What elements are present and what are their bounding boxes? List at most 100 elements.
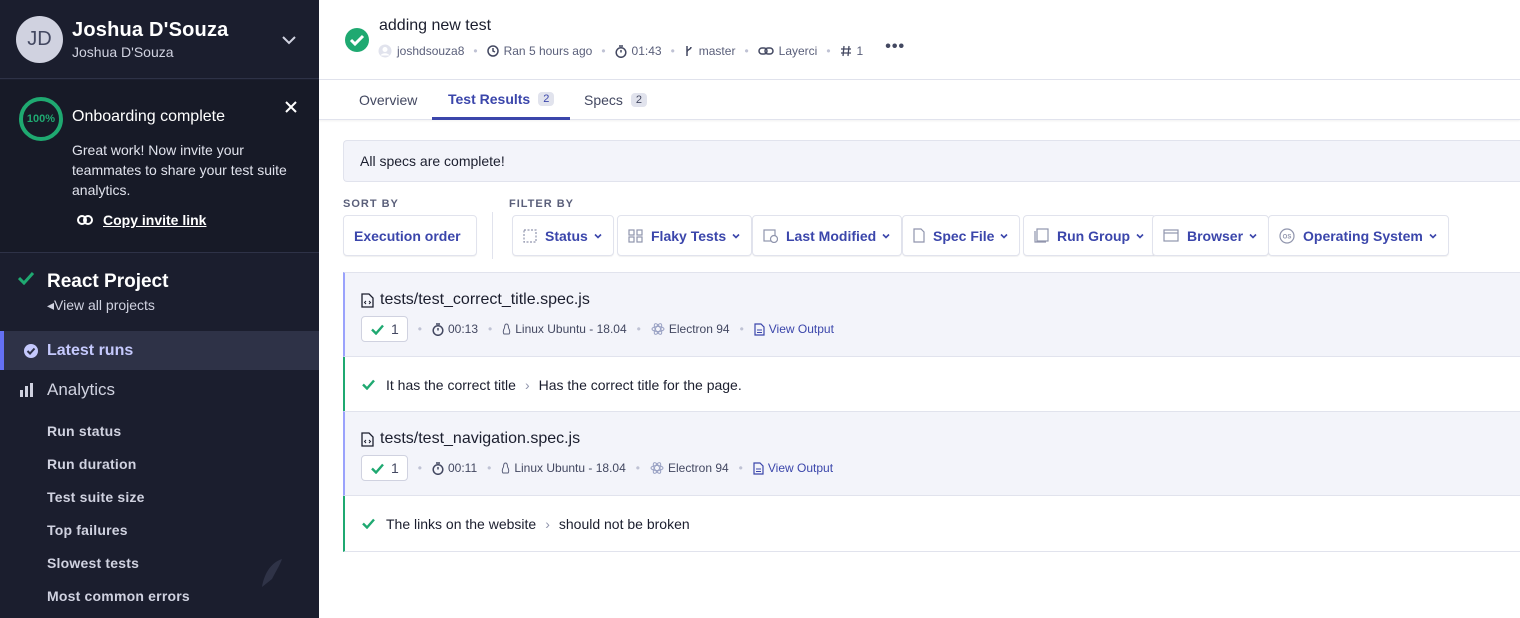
- copy-invite-link[interactable]: Copy invite link: [77, 212, 206, 228]
- chevron-right-icon: ›: [545, 515, 550, 532]
- filter-spec-file[interactable]: Spec File: [902, 215, 1021, 256]
- document-icon: [754, 322, 765, 336]
- flaky-icon: [628, 228, 643, 243]
- spec-row[interactable]: tests/test_correct_title.spec.js 1 • 00:…: [343, 272, 1520, 357]
- branch[interactable]: master: [684, 44, 735, 58]
- run-title: adding new test: [379, 17, 492, 34]
- tab-count: 2: [630, 93, 648, 107]
- passed-status-icon: [345, 28, 369, 52]
- stopwatch-icon: [432, 322, 444, 336]
- user-avatar-icon: [378, 44, 392, 58]
- chevron-down-icon: [1136, 233, 1144, 239]
- spec-browser: Electron 94: [651, 322, 730, 336]
- test-row[interactable]: It has the correct title › Has the corre…: [343, 357, 1520, 413]
- hash-icon: [840, 45, 851, 57]
- chevron-down-icon: [732, 233, 740, 239]
- subnav-test-suite-size[interactable]: Test suite size: [47, 486, 190, 519]
- separator: •: [826, 44, 831, 58]
- test-name: Has the correct title for the page.: [538, 376, 742, 393]
- avatar: JD: [16, 15, 63, 63]
- ci-provider[interactable]: Layerci: [757, 44, 817, 58]
- view-output-link[interactable]: View Output: [753, 461, 833, 475]
- separator: •: [417, 322, 422, 336]
- check-circle-icon: [24, 343, 38, 358]
- author[interactable]: joshdsouza8: [378, 44, 464, 58]
- filter-status[interactable]: Status: [512, 215, 614, 256]
- view-output-link[interactable]: View Output: [754, 322, 834, 336]
- bar-chart-icon: [20, 382, 33, 397]
- separator: •: [487, 461, 492, 475]
- more-options-icon[interactable]: •••: [885, 38, 905, 56]
- filter-flaky-tests[interactable]: Flaky Tests: [617, 215, 753, 256]
- nav-latest-runs[interactable]: Latest runs: [0, 331, 319, 370]
- nav-analytics[interactable]: Analytics: [0, 370, 319, 409]
- stopwatch-icon: [614, 44, 627, 58]
- user-switcher[interactable]: JD Joshua D'Souza Joshua D'Souza: [0, 0, 319, 79]
- separator: •: [636, 322, 641, 336]
- run-meta: joshdsouza8 • Ran 5 hours ago • 01:43 • …: [378, 38, 905, 58]
- spec-row[interactable]: tests/test_navigation.spec.js 1 • 00:11 …: [343, 411, 1520, 496]
- separator: •: [488, 322, 493, 336]
- spec-os: Linux Ubuntu - 18.04: [502, 322, 627, 336]
- separator: •: [738, 461, 743, 475]
- spec-duration: 00:13: [432, 322, 478, 336]
- run-number: 1: [840, 44, 863, 58]
- passed-count-badge: 1: [361, 455, 408, 481]
- filter-browser[interactable]: Browser: [1152, 215, 1270, 256]
- passed-count-badge: 1: [361, 316, 408, 342]
- linux-icon: [503, 323, 511, 335]
- spec-os: Linux Ubuntu - 18.04: [501, 461, 626, 475]
- electron-icon: [651, 323, 665, 335]
- chevron-down-icon: [1429, 233, 1437, 239]
- tab-overview[interactable]: Overview: [359, 80, 417, 120]
- separator: •: [601, 44, 606, 58]
- view-all-projects-link[interactable]: ◂View all projects: [47, 297, 155, 314]
- link-icon: [77, 215, 93, 225]
- subnav-run-duration[interactable]: Run duration: [47, 453, 190, 486]
- link-icon: [757, 47, 774, 55]
- linux-icon: [502, 462, 510, 474]
- check-icon: [371, 463, 384, 474]
- tab-specs[interactable]: Specs 2: [584, 80, 648, 120]
- chevron-down-icon: [882, 233, 890, 239]
- stack-icon: [1034, 228, 1049, 243]
- chevron-right-icon: ›: [524, 376, 530, 393]
- check-icon: [371, 324, 384, 335]
- branch-icon: [686, 46, 692, 56]
- filter-last-modified[interactable]: Last Modified: [752, 215, 903, 256]
- chevron-down-icon: [1000, 233, 1009, 239]
- sort-dropdown[interactable]: Execution order: [343, 215, 477, 256]
- spec-duration: 00:11: [432, 461, 477, 475]
- run-time: Ran 5 hours ago: [486, 44, 592, 58]
- check-icon: [362, 379, 375, 390]
- file-code-icon: [913, 228, 925, 243]
- subnav-slowest-tests[interactable]: Slowest tests: [47, 552, 190, 585]
- check-icon: [18, 271, 34, 285]
- file-code-icon: [361, 431, 374, 447]
- electron-icon: [650, 462, 664, 474]
- subnav-run-status[interactable]: Run status: [47, 420, 190, 453]
- test-row[interactable]: The links on the website › should not be…: [343, 496, 1520, 552]
- sort-label: SORT BY: [343, 198, 399, 210]
- tab-test-results[interactable]: Test Results 2: [432, 80, 571, 120]
- filter-operating-system[interactable]: OS Operating System: [1268, 215, 1449, 256]
- progress-ring: 100%: [19, 97, 63, 141]
- main-content: adding new test joshdsouza8 • Ran 5 hour…: [319, 0, 1520, 618]
- spec-file-name: tests/test_navigation.spec.js: [361, 430, 580, 448]
- separator: •: [739, 322, 744, 336]
- subnav-most-common-errors[interactable]: Most common errors: [47, 585, 190, 618]
- test-suite-name: It has the correct title: [386, 376, 516, 393]
- os-icon: OS: [1279, 227, 1295, 244]
- subnav-top-failures[interactable]: Top failures: [47, 519, 190, 552]
- status-filter-icon: [523, 228, 537, 243]
- filter-run-group[interactable]: Run Group: [1023, 215, 1157, 256]
- separator: •: [473, 44, 478, 58]
- rocket-icon: [262, 559, 282, 587]
- spec-browser: Electron 94: [650, 461, 729, 475]
- stopwatch-icon: [432, 461, 444, 475]
- close-icon[interactable]: [283, 99, 299, 115]
- chevron-down-icon[interactable]: [281, 32, 297, 48]
- separator: •: [744, 44, 749, 58]
- spec-meta: 1 • 00:11 • Linux Ubuntu - 18.04 • Elect…: [361, 455, 833, 481]
- chevron-down-icon: [1249, 233, 1257, 239]
